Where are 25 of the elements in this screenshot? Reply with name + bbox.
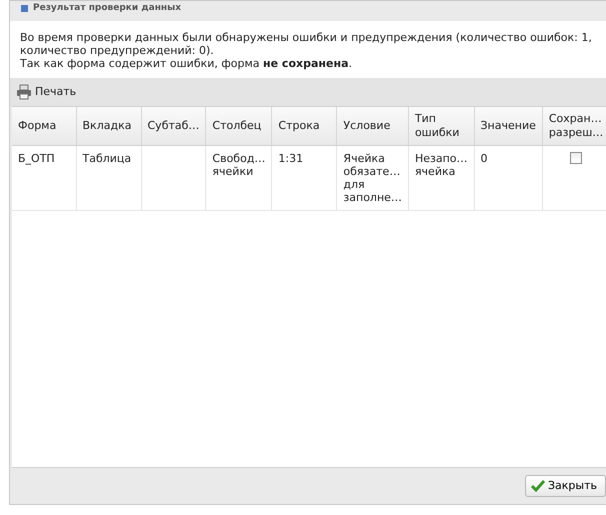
column-header[interactable]: Форма: [12, 107, 76, 145]
table-cell: 1:31: [272, 145, 337, 210]
column-header[interactable]: Субтаб…: [141, 107, 206, 145]
window-icon: [20, 4, 29, 12]
table-cell: Таблица: [76, 145, 141, 210]
column-header[interactable]: Вкладка: [76, 107, 141, 145]
column-header[interactable]: Сохран… разреш…: [542, 107, 606, 145]
column-header[interactable]: Тип ошибки: [408, 107, 474, 145]
print-button[interactable]: Печать: [35, 84, 76, 100]
close-button[interactable]: Закрыть: [525, 474, 606, 498]
column-header[interactable]: Условие: [336, 107, 408, 145]
checkmark-icon: [531, 480, 545, 492]
error-message: Во время проверки данных были обнаружены ошибки и предупреждения (количество ошибок: 1, количество предупреждений: 0).: [20, 31, 593, 57]
printer-icon: [16, 84, 32, 100]
table-cell: Б_ОТП: [12, 145, 76, 210]
column-header[interactable]: Строка: [272, 107, 337, 145]
status-message: Так как форма содержит ошибки, форма не сохранена.: [20, 57, 353, 70]
table-cell: Ячейка обязате… для заполне…: [336, 145, 408, 210]
checkbox[interactable]: [570, 152, 582, 164]
table-cell: Незапо… ячейка: [408, 145, 474, 210]
table-cell: 0: [474, 145, 542, 210]
table-cell: Свобод… ячейки: [206, 145, 272, 210]
column-header[interactable]: Столбец: [206, 107, 272, 145]
column-header[interactable]: Значение: [474, 107, 542, 145]
window-title: Результат проверки данных: [33, 4, 182, 12]
